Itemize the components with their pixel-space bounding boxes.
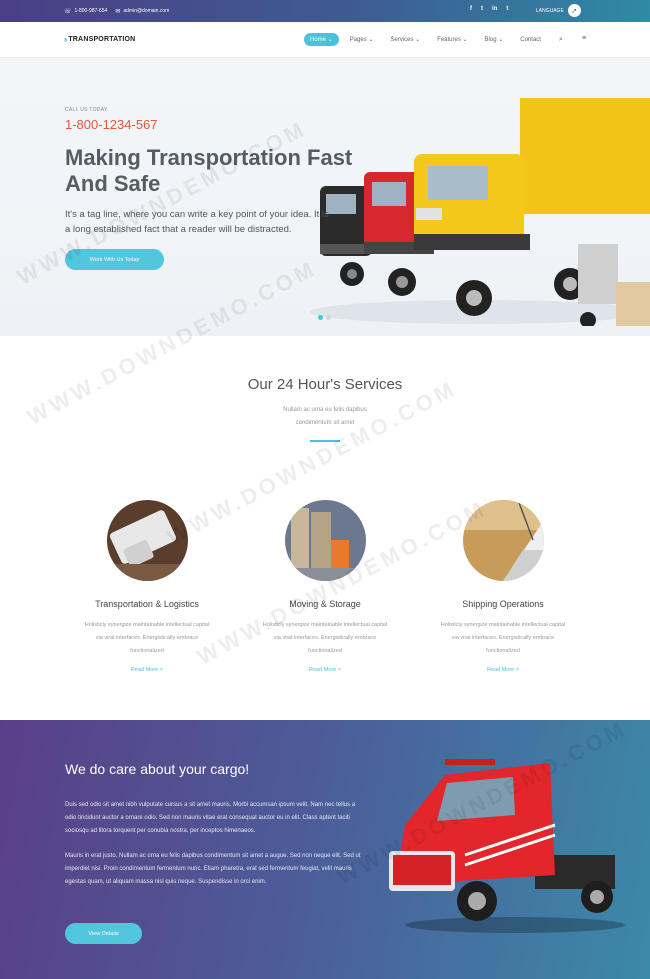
language-selector[interactable]: LANGUAGE ➚	[536, 4, 581, 17]
service-desc: Holisticly synergize maintainable intell…	[84, 622, 210, 654]
service-title: Shipping Operations	[462, 599, 544, 609]
nav-label: Services	[390, 37, 414, 43]
main-nav: ›› TRANSPORTATION Home ⌄ Pages ⌄ Service…	[0, 22, 650, 58]
trucks-image	[310, 98, 650, 326]
work-with-us-button[interactable]: Work With Us Today	[65, 249, 164, 270]
logo-text: TRANSPORTATION	[68, 36, 136, 43]
service-card: Moving & Storage Holisticly synergize ma…	[255, 500, 395, 673]
cargo-paragraph-2: Mauris in erat justo. Nullam ac urna eu …	[65, 853, 361, 885]
search-icon[interactable]: ⌕	[559, 36, 563, 44]
slider-dot-2[interactable]	[326, 315, 331, 320]
nav-item-services[interactable]: Services ⌄	[384, 33, 426, 46]
facebook-icon[interactable]: f	[470, 6, 472, 12]
social-links: f t in t	[470, 6, 508, 12]
headline-line-1: Making Transportation Fast	[65, 145, 353, 170]
email-text: admin@domain.com	[123, 8, 170, 14]
nav-label: Home	[310, 37, 327, 43]
nav-label: Contact	[520, 36, 541, 43]
cargo-section: We do care about your cargo! Duis sed od…	[0, 720, 650, 979]
service-image-truck	[106, 500, 188, 581]
call-label: CALL US TODAY	[65, 107, 108, 113]
email-contact[interactable]: ✉ admin@domain.com	[115, 8, 169, 15]
nav-label: Features	[437, 37, 461, 43]
read-more-link[interactable]: Read More >	[433, 667, 573, 673]
title-divider	[310, 440, 340, 442]
nav-label: Pages	[349, 37, 367, 43]
globe-icon[interactable]: ➚	[567, 4, 581, 17]
service-card: Shipping Operations Holisticly synergize…	[433, 500, 573, 673]
service-image-warehouse	[284, 500, 366, 581]
nav-item-home[interactable]: Home ⌄	[304, 33, 339, 46]
hamburger-icon[interactable]: ≡	[582, 35, 586, 42]
read-more-link[interactable]: Read More >	[255, 667, 395, 673]
hero-headline: Making Transportation Fast And Safe	[65, 145, 405, 197]
tumblr-icon[interactable]: t	[506, 6, 508, 12]
contact-info: ☏ 1-800-987-654 ✉ admin@domain.com	[64, 8, 169, 15]
top-bar: ☏ 1-800-987-654 ✉ admin@domain.com f t in …	[0, 0, 650, 22]
service-card: Transportation & Logistics Holisticly sy…	[77, 500, 217, 673]
phone-icon: ☏	[64, 8, 72, 15]
site-logo[interactable]: ›› TRANSPORTATION	[64, 35, 135, 44]
linkedin-icon[interactable]: in	[492, 6, 497, 12]
phone-contact[interactable]: ☏ 1-800-987-654	[64, 8, 107, 15]
phone-text: 1-800-987-654	[74, 8, 108, 14]
read-more-link[interactable]: Read More >	[77, 667, 217, 673]
cargo-heading: We do care about your cargo!	[65, 761, 250, 777]
service-title: Transportation & Logistics	[95, 599, 199, 609]
language-label: LANGUAGE	[536, 7, 564, 14]
mail-icon: ✉	[115, 8, 121, 15]
nav-item-blog[interactable]: Blog ⌄	[479, 33, 510, 46]
nav-menu: Home ⌄ Pages ⌄ Services ⌄ Features ⌄ Blo…	[304, 33, 552, 46]
service-image-ship	[462, 500, 544, 581]
services-title: Our 24 Hour's Services	[247, 376, 403, 393]
service-desc: Holisticly synergize maintainable intell…	[262, 622, 388, 654]
slider-dots	[318, 315, 331, 320]
cargo-paragraph-1: Duis sed odio sit amet nibh vulputate cu…	[65, 802, 356, 834]
nav-label: Blog	[484, 37, 497, 43]
nav-item-pages[interactable]: Pages ⌄	[344, 33, 380, 46]
services-subtitle: Nullam ac urna eu felis dapibus condimen…	[283, 407, 367, 426]
view-details-button[interactable]: View Details	[65, 923, 142, 944]
service-desc: Holisticly synergize maintainable intell…	[440, 622, 566, 654]
hero-slider: CALL US TODAY 1-800-1234-567 Making Tran…	[0, 58, 650, 336]
service-title: Moving & Storage	[289, 599, 361, 609]
red-truck-image	[389, 759, 625, 933]
logo-arrow-icon: ››	[64, 35, 68, 44]
headline-line-2: And Safe	[65, 171, 161, 196]
nav-item-features[interactable]: Features ⌄	[431, 33, 473, 46]
nav-item-contact[interactable]: Contact	[514, 34, 547, 46]
slider-dot-1[interactable]	[318, 315, 323, 320]
hero-phone[interactable]: 1-800-1234-567	[65, 117, 158, 132]
twitter-icon[interactable]: t	[481, 6, 483, 12]
hero-tagline: It's a tag line, where you can write a k…	[65, 209, 329, 235]
